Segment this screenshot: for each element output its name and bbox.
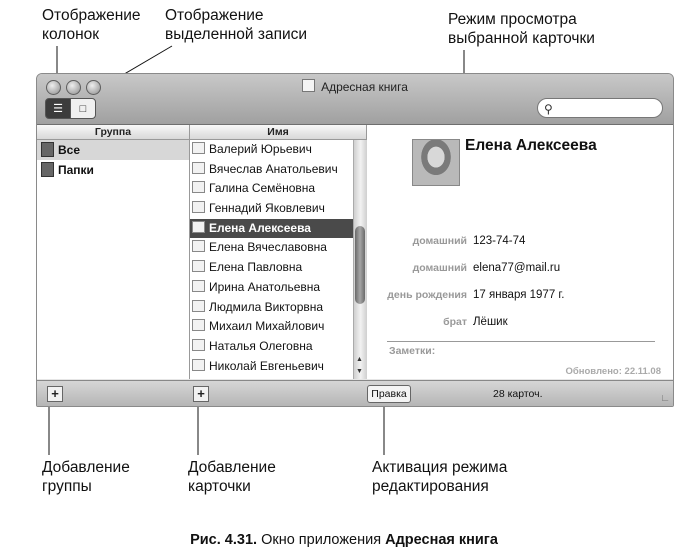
updated-timestamp: Обновлено: 22.11.08 (565, 366, 661, 377)
field-label: брат (443, 316, 467, 328)
field-label: домашний (412, 262, 467, 274)
contact-name: Николай Евгеньевич (209, 358, 324, 373)
contact-card-icon (192, 319, 205, 332)
columns-icon: ☰ (53, 103, 63, 115)
contact-name: Елена Вячеславовна (209, 240, 327, 255)
card-field-row: домашний 123-74-74 (367, 235, 673, 251)
list-item[interactable]: Наталья Олеговна (190, 337, 353, 357)
list-item[interactable]: Вячеслав Анатольевич (190, 160, 353, 180)
contact-card-name: Елена Алексеева (465, 137, 597, 154)
contact-photo[interactable] (412, 139, 460, 186)
list-item[interactable]: Елена Павловна (190, 258, 353, 278)
contact-list: Валерий Юрьевич Вячеслав Анатольевич Гал… (190, 140, 353, 376)
names-column: Имя Валерий Юрьевич Вячеслав Анатольевич… (190, 125, 367, 379)
contact-card-icon (192, 142, 205, 154)
contact-card-icon (192, 260, 205, 273)
contact-card-icon (192, 299, 205, 312)
card-field-row: брат Лёшик (367, 316, 673, 332)
add-card-button[interactable]: + (193, 386, 209, 402)
card-field-row: домашний elena77@mail.ru (367, 262, 673, 278)
address-book-icon (302, 79, 316, 92)
notes-label[interactable]: Заметки: (389, 345, 435, 357)
list-item[interactable]: Николай Евгеньевич (190, 357, 353, 377)
contact-name: Вячеслав Анатольевич (209, 161, 338, 176)
field-value: 123-74-74 (473, 235, 526, 247)
folder-group-icon (41, 162, 54, 177)
contact-card-icon (192, 161, 205, 174)
resize-grip-icon[interactable]: ∟ (660, 393, 670, 404)
contact-name: Геннадий Яковлевич (209, 201, 325, 216)
group-icon (41, 142, 54, 157)
caption-app-name: Адресная книга (385, 532, 498, 548)
scrollbar-thumb[interactable] (355, 226, 365, 304)
contact-card-icon (192, 181, 205, 194)
contact-name: Елена Алексеева (209, 220, 311, 235)
contact-name: Ирина Анатольевна (209, 279, 321, 294)
contact-name: Михаил Михайлович (209, 319, 325, 334)
bottom-toolbar: + + Правка 28 карточ. ∟ (37, 380, 673, 406)
group-item-folders[interactable]: Папки (37, 160, 189, 180)
field-value: 17 января 1977 г. (473, 289, 565, 301)
contact-name: Елена Павловна (209, 260, 303, 275)
title-bar: Адресная книга ☰ □ ⚲ (37, 74, 673, 125)
contact-card-icon (192, 279, 205, 292)
list-item[interactable]: Геннадий Яковлевич (190, 199, 353, 219)
contact-card-icon (192, 358, 205, 371)
field-label: день рождения (387, 289, 467, 301)
group-item-all[interactable]: Все (37, 140, 189, 160)
name-column-header[interactable]: Имя (190, 125, 366, 140)
contact-list-scrollbar[interactable]: ▲ ▼ (353, 140, 367, 379)
field-value[interactable]: elena77@mail.ru (473, 262, 560, 274)
contact-card: Елена Алексеева домашний 123-74-74 домаш… (367, 125, 673, 379)
window-title: Адресная книга (37, 79, 673, 94)
group-column: Группа Все Папки (37, 125, 190, 379)
caption-text: Окно приложения (257, 532, 386, 548)
group-item-label: Все (58, 143, 81, 157)
list-item[interactable]: Михаил Михайлович (190, 317, 353, 337)
contact-name: Галина Семёновна (209, 181, 316, 196)
list-item[interactable]: Валерий Юрьевич (190, 140, 353, 160)
contact-name: Наталья Олеговна (209, 338, 313, 353)
edit-button[interactable]: Правка (367, 385, 411, 403)
card-icon: □ (79, 102, 87, 115)
contact-card-icon (192, 240, 205, 253)
list-item[interactable]: Людмила Викторвна (190, 298, 353, 318)
window-title-text: Адресная книга (321, 80, 408, 94)
card-count: 28 карточ. (493, 388, 543, 400)
scroll-up-arrow-icon[interactable]: ▲ (356, 356, 363, 363)
address-book-window: Адресная книга ☰ □ ⚲ Группа Все Папки Им… (36, 73, 674, 407)
search-icon: ⚲ (544, 102, 553, 116)
group-item-label: Папки (58, 163, 94, 177)
field-value: Лёшик (473, 316, 508, 328)
contact-card-icon (192, 201, 205, 214)
search-field[interactable]: ⚲ (537, 98, 663, 118)
list-item[interactable]: Ирина Анатольевна (190, 278, 353, 298)
figure-caption: Рис. 4.31. Окно приложения Адресная книг… (0, 532, 688, 548)
card-view-button[interactable]: □ (70, 98, 96, 119)
contact-name: Валерий Юрьевич (209, 142, 312, 156)
field-label: домашний (412, 235, 467, 247)
list-item-selected[interactable]: Елена Алексеева (190, 218, 353, 239)
columns-view-button[interactable]: ☰ (45, 98, 71, 119)
notes-divider (387, 341, 655, 342)
contact-card-icon (192, 338, 205, 351)
contact-card-icon (192, 220, 205, 233)
list-item[interactable]: Галина Семёновна (190, 179, 353, 199)
caption-prefix: Рис. 4.31. (190, 532, 258, 548)
add-group-button[interactable]: + (47, 386, 63, 402)
scroll-down-arrow-icon[interactable]: ▼ (356, 368, 363, 375)
list-item[interactable]: Елена Вячеславовна (190, 238, 353, 258)
card-field-row: день рождения 17 января 1977 г. (367, 289, 673, 305)
contact-name: Людмила Викторвна (209, 299, 324, 314)
group-column-header[interactable]: Группа (37, 125, 189, 140)
